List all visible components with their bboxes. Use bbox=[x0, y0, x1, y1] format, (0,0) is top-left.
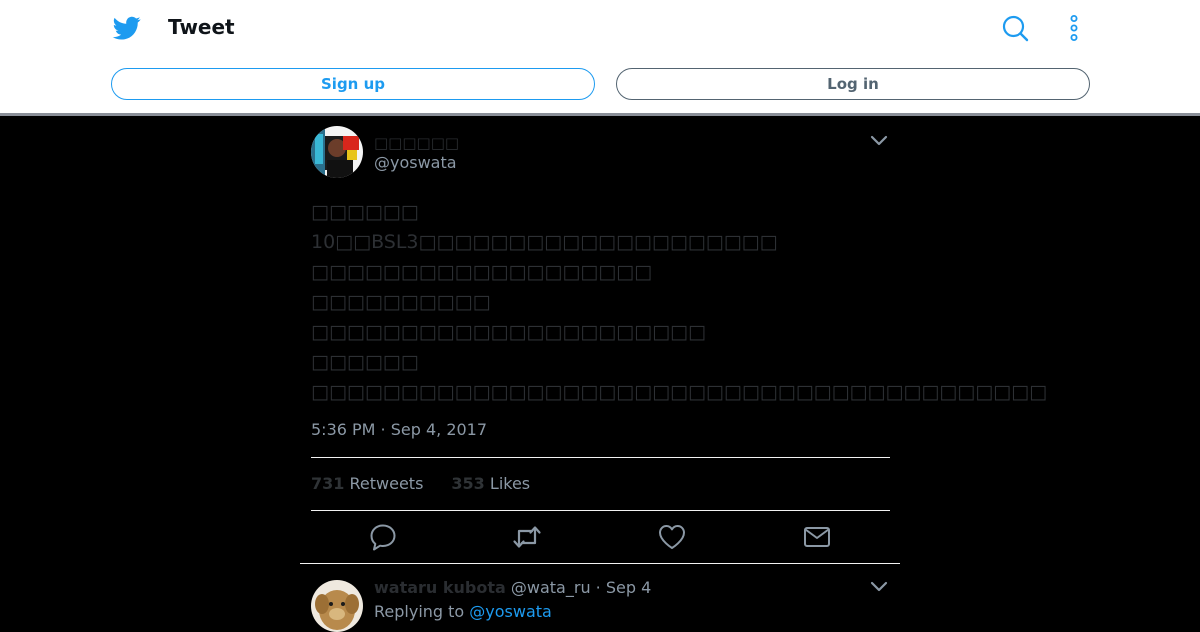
mail-icon[interactable] bbox=[802, 522, 832, 552]
reply-author-handle[interactable]: @wata_ru bbox=[511, 578, 591, 597]
reply-header: wataru kubota @wata_ru · Sep 4 bbox=[374, 578, 651, 597]
reply-icon[interactable] bbox=[368, 522, 398, 552]
tweet-text-line: □□□□□□□□□□□□□□□□□□□□□□ bbox=[311, 321, 706, 343]
avatar-image bbox=[311, 126, 363, 178]
avatar[interactable] bbox=[311, 126, 363, 178]
sign-up-button[interactable]: Sign up bbox=[111, 68, 595, 100]
divider bbox=[311, 510, 890, 511]
page-title: Tweet bbox=[168, 15, 235, 39]
divider bbox=[311, 457, 890, 458]
tweet-author-name[interactable]: □□□□□□ bbox=[374, 134, 459, 152]
tweet-text-line: 10□□BSL3□□□□□□□□□□□□□□□□□□□□ bbox=[311, 231, 778, 253]
retweet-icon[interactable] bbox=[512, 522, 542, 552]
tweet-timestamp[interactable]: 5:36 PM · Sep 4, 2017 bbox=[311, 420, 487, 439]
tweet-text-line: □□□□□□□□□□□□□□□□□□□□□□□□□□□□□□□□□□□□□□□□… bbox=[311, 381, 1048, 403]
likes-stat[interactable]: 353 Likes bbox=[451, 474, 530, 493]
tweet-text-line: □□□□□□ bbox=[311, 201, 419, 223]
heart-icon[interactable] bbox=[657, 522, 687, 552]
reply-author-name[interactable]: wataru kubota bbox=[374, 578, 506, 597]
replying-to-label: Replying to bbox=[374, 602, 470, 621]
search-icon[interactable] bbox=[1001, 14, 1029, 42]
reply-date[interactable]: Sep 4 bbox=[606, 578, 651, 597]
tweet-stats: 731 Retweets 353 Likes bbox=[311, 474, 530, 493]
replying-to-mention[interactable]: @yoswata bbox=[469, 602, 552, 621]
tweet-author-handle[interactable]: @yoswata bbox=[374, 153, 457, 172]
tweet-text: □□□□□□ 10□□BSL3□□□□□□□□□□□□□□□□□□□□ □□□□… bbox=[311, 197, 1048, 407]
replying-to: Replying to @yoswata bbox=[374, 602, 552, 621]
tweet-text-line: □□□□□□□□□□ bbox=[311, 291, 491, 313]
reply-avatar-image bbox=[311, 580, 363, 632]
chevron-down-icon[interactable] bbox=[869, 580, 889, 594]
likes-label: Likes bbox=[489, 474, 531, 493]
retweets-label: Retweets bbox=[349, 474, 424, 493]
log-in-button[interactable]: Log in bbox=[616, 68, 1090, 100]
header-divider bbox=[0, 113, 1200, 116]
more-vertical-icon[interactable] bbox=[1064, 14, 1084, 42]
likes-count: 353 bbox=[451, 474, 485, 493]
divider bbox=[300, 563, 900, 564]
tweet-text-line: □□□□□□□□□□□□□□□□□□□ bbox=[311, 261, 653, 283]
retweets-stat[interactable]: 731 Retweets bbox=[311, 474, 423, 493]
reply-avatar[interactable] bbox=[311, 580, 363, 632]
top-header: Tweet Sign up Log in bbox=[0, 0, 1200, 113]
tweet-text-line: □□□□□□ bbox=[311, 351, 419, 373]
retweets-count: 731 bbox=[311, 474, 345, 493]
twitter-bird-icon[interactable] bbox=[112, 14, 142, 42]
reply-separator: · bbox=[590, 578, 606, 597]
chevron-down-icon[interactable] bbox=[869, 134, 889, 148]
